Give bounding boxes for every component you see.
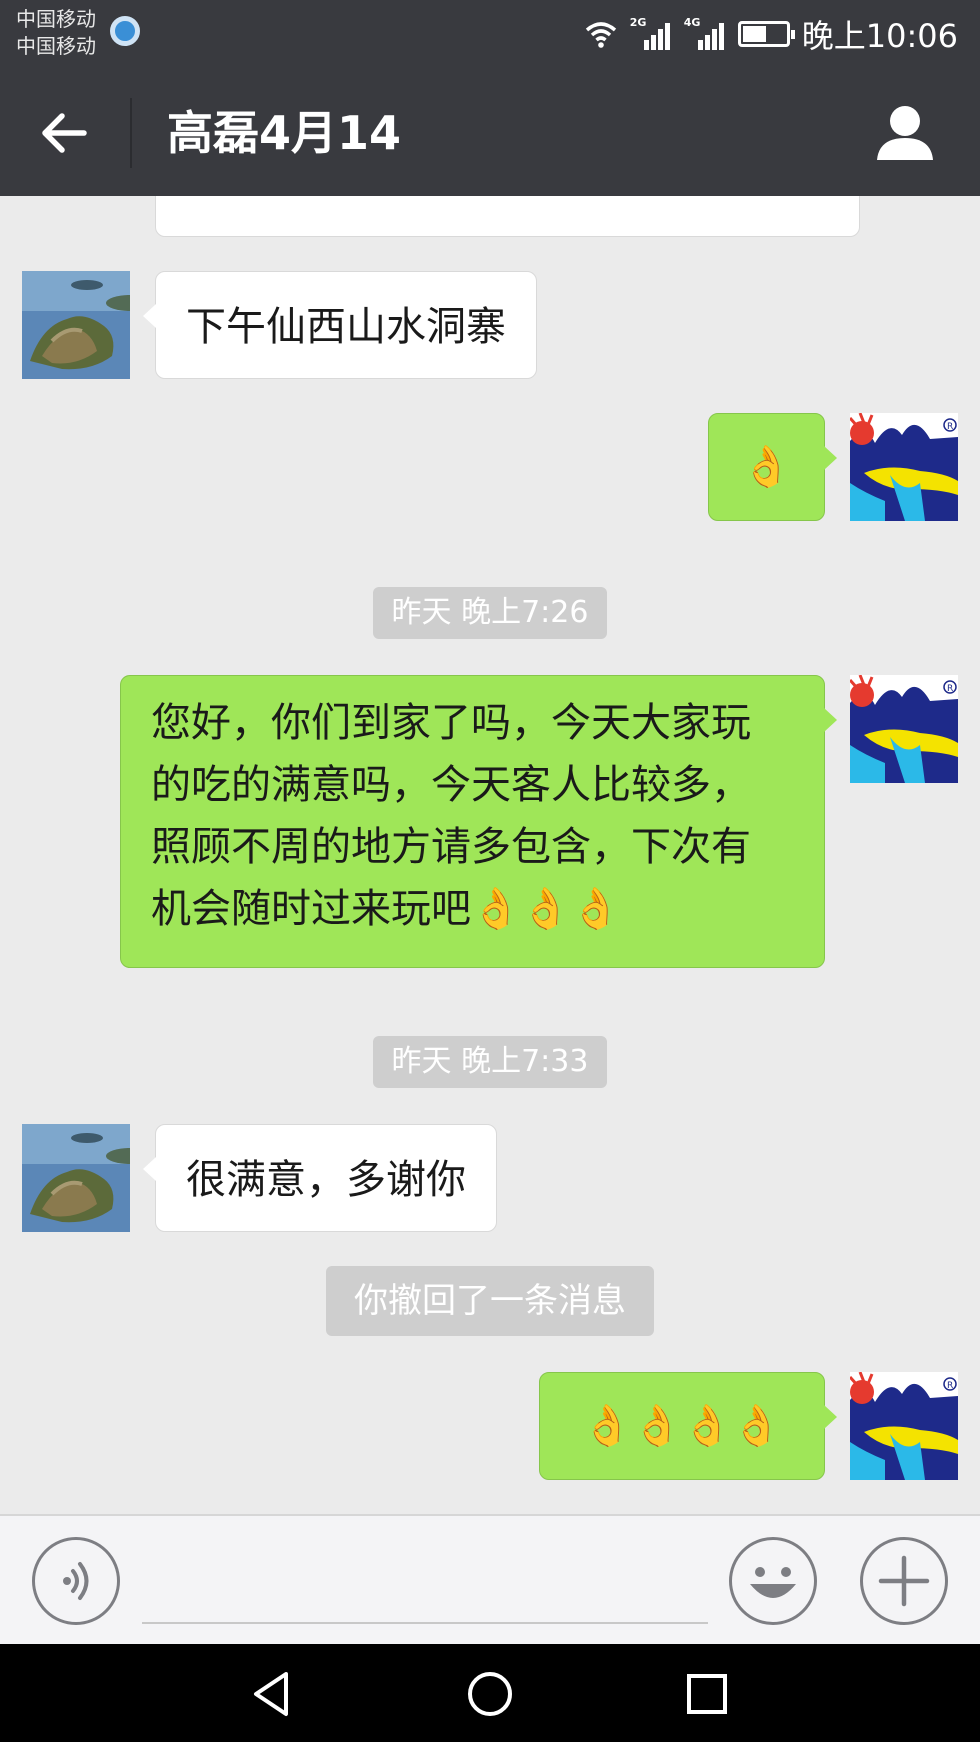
- user-icon: [877, 106, 933, 160]
- emoji-button[interactable]: [729, 1537, 817, 1625]
- message-timestamp: 昨天 晚上7:26: [373, 587, 607, 639]
- status-bar: 中国移动 中国移动 2G 4G 晚上10:06: [0, 0, 980, 70]
- system-nav-bar: [0, 1644, 980, 1742]
- system-home-button[interactable]: [460, 1664, 520, 1724]
- message-line: 照顾不周的地方请多包含，下次有: [151, 824, 751, 870]
- ok-hand-emoji: 👌👌👌: [471, 886, 621, 932]
- svg-text:R: R: [947, 422, 953, 432]
- message-line: 机会随时过来玩吧👌👌👌: [151, 878, 802, 940]
- message-line-text: 机会随时过来玩吧: [151, 886, 471, 932]
- circle-home-icon: [468, 1672, 512, 1716]
- svg-text:R: R: [947, 684, 953, 694]
- my-avatar[interactable]: R: [850, 413, 958, 521]
- plus-icon: [878, 1555, 930, 1607]
- message-bubble-outgoing[interactable]: 👌👌👌👌: [539, 1372, 837, 1480]
- system-recents-button[interactable]: [677, 1664, 737, 1724]
- message-line: 您好，你们到家了吗，今天大家玩: [151, 700, 751, 746]
- message-bubble-incoming[interactable]: 很满意，多谢你: [143, 1124, 497, 1232]
- ok-hand-emoji: 👌: [741, 444, 792, 490]
- chat-title: 高磊4月14: [167, 106, 402, 160]
- network-type-1: 2G: [629, 16, 647, 29]
- ok-hand-emoji: 👌👌👌👌: [582, 1403, 782, 1449]
- header-divider: [130, 98, 132, 168]
- battery-icon: [737, 21, 795, 47]
- network-type-2: 4G: [683, 16, 701, 29]
- message-text: 排: [186, 196, 226, 197]
- carrier-info: 中国移动 中国移动: [16, 6, 96, 60]
- qq-browser-icon: [110, 16, 140, 46]
- message-input[interactable]: [142, 1622, 708, 1624]
- triangle-back-icon: [254, 1672, 288, 1716]
- message-bubble-outgoing[interactable]: 👌: [708, 413, 837, 521]
- message-bubble-incoming[interactable]: 排: [155, 196, 860, 237]
- signal-2-icon: 4G: [683, 16, 726, 50]
- smiley-icon: [750, 1567, 796, 1598]
- contact-avatar[interactable]: [22, 1124, 130, 1232]
- arrow-left-icon: [42, 113, 87, 153]
- more-button[interactable]: [860, 1537, 948, 1625]
- message-line: 的吃的满意吗，今天客人比较多，: [151, 762, 751, 808]
- recalled-message-notice: 你撤回了一条消息: [326, 1266, 654, 1336]
- signal-1-icon: 2G: [629, 16, 672, 50]
- voice-button[interactable]: [32, 1537, 120, 1625]
- back-button[interactable]: [30, 98, 100, 168]
- carrier-1: 中国移动: [16, 7, 96, 31]
- input-bar: [0, 1514, 980, 1644]
- svg-text:R: R: [947, 1381, 953, 1391]
- system-back-button[interactable]: [242, 1664, 302, 1724]
- wifi-icon: [585, 22, 616, 48]
- voice-icon: [63, 1562, 89, 1600]
- message-text: 下午仙西山水洞寨: [186, 304, 506, 350]
- status-time: 晚上10:06: [801, 17, 958, 55]
- contact-avatar[interactable]: [22, 271, 130, 379]
- my-avatar[interactable]: R: [850, 1372, 958, 1480]
- square-recents-icon: [687, 1674, 727, 1714]
- battery-level: [742, 26, 766, 42]
- my-avatar[interactable]: R: [850, 675, 958, 783]
- message-bubble-outgoing[interactable]: 您好，你们到家了吗，今天大家玩 的吃的满意吗，今天客人比较多， 照顾不周的地方请…: [120, 675, 837, 968]
- message-bubble-incoming[interactable]: 下午仙西山水洞寨: [143, 271, 537, 379]
- chat-info-button[interactable]: [870, 98, 940, 168]
- chat-header: 高磊4月14: [0, 70, 980, 196]
- carrier-2: 中国移动: [16, 34, 96, 58]
- message-text: 很满意，多谢你: [186, 1157, 466, 1203]
- message-timestamp: 昨天 晚上7:33: [373, 1036, 607, 1088]
- message-list[interactable]: 排 下午仙西山水洞寨 👌 R 昨天 晚: [0, 196, 980, 1514]
